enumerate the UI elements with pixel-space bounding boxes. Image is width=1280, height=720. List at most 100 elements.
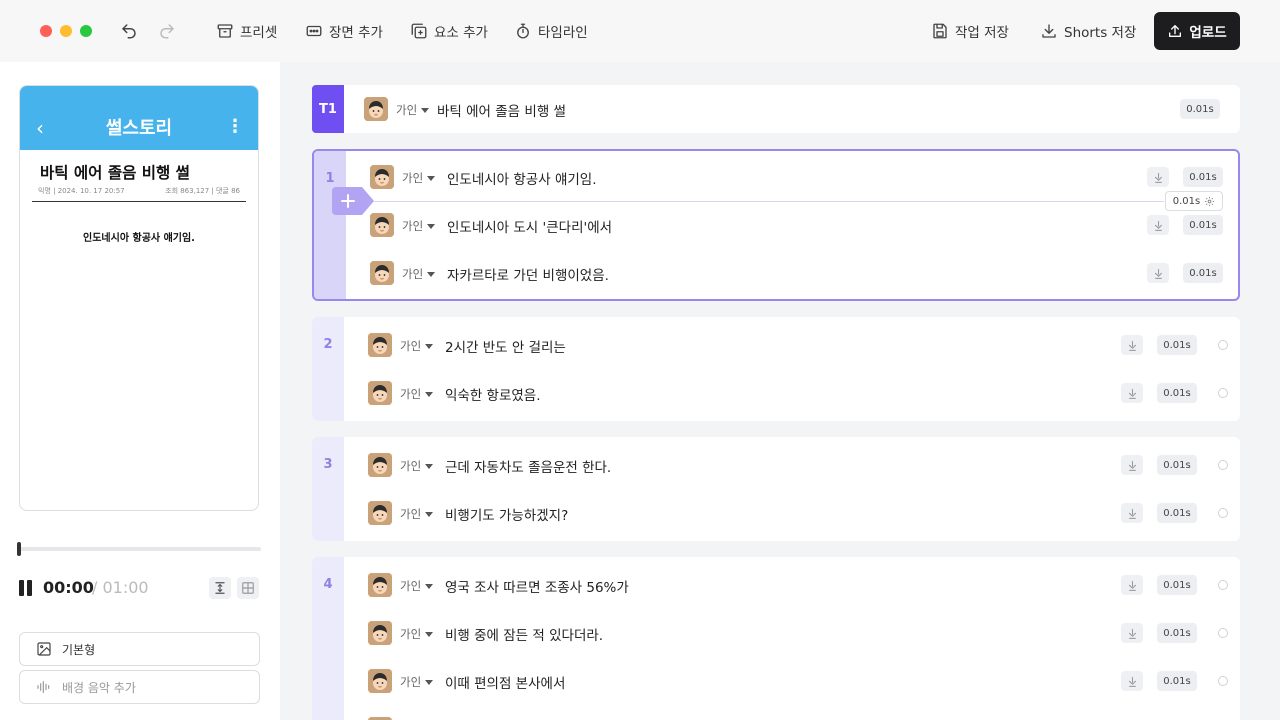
line-text[interactable]: 인도네시아 항공사 얘기임. [447, 168, 597, 188]
duration-badge[interactable]: 0.01s [1183, 215, 1223, 235]
speaker-select[interactable]: 가인 [402, 266, 436, 282]
duration-badge[interactable]: 0.01s [1183, 263, 1223, 283]
add-bgm-label: 배경 음악 추가 [62, 680, 136, 695]
duration-badge[interactable]: 0.01s [1157, 455, 1197, 475]
duration-badge[interactable]: 0.01s [1157, 575, 1197, 595]
caret-down-icon [425, 391, 434, 397]
arrow-down-icon [1128, 340, 1136, 351]
arrow-down-icon [1128, 628, 1136, 639]
duration-badge[interactable]: 0.01s [1183, 167, 1223, 187]
duration-badge[interactable]: 0.01s [1157, 671, 1197, 691]
save-icon [933, 23, 947, 39]
duration-badge[interactable]: 0.01s [1180, 99, 1220, 119]
upload-button[interactable]: 업로드 [1154, 12, 1240, 50]
redo-icon[interactable] [158, 22, 176, 40]
add-bgm-button[interactable]: 배경 음악 추가 [19, 670, 260, 704]
save-shorts-button[interactable]: Shorts 저장 [1040, 20, 1136, 42]
speaker-select[interactable]: 가인 [400, 338, 434, 354]
speaker-select[interactable]: 가인 [400, 626, 434, 642]
playback-progress-track[interactable] [19, 547, 261, 551]
title-text[interactable]: 바틱 에어 졸음 비행 썰 [437, 100, 566, 120]
duration-badge[interactable]: 0.01s [1157, 383, 1197, 403]
stopwatch-icon [517, 23, 529, 39]
line-text[interactable]: 영국 조사 따르면 조종사 56%가 [445, 576, 629, 596]
merge-down-button[interactable] [1121, 335, 1143, 355]
insert-line-button[interactable] [332, 187, 374, 215]
scene-2[interactable]: 2 가인 2시간 반도 안 걸리는 0.01s 가인 익숙한 항로였음. 0.0… [312, 317, 1240, 421]
layout-toggle-button[interactable] [237, 577, 259, 599]
line-text[interactable]: 비행 중에 잠든 적 있다더라. [445, 624, 603, 644]
speaker-select[interactable]: 가인 [400, 578, 434, 594]
merge-down-button[interactable] [1121, 455, 1143, 475]
merge-down-button[interactable] [1121, 671, 1143, 691]
merge-down-button[interactable] [1121, 383, 1143, 403]
speaker-select[interactable]: 가인 [396, 102, 430, 118]
speaker-select[interactable]: 가인 [402, 170, 436, 186]
line-text[interactable]: 근데 자동차도 졸음운전 한다. [445, 456, 611, 476]
select-radio[interactable] [1218, 460, 1228, 470]
add-element-button[interactable]: 요소 추가 [410, 20, 488, 42]
upload-label: 업로드 [1189, 25, 1227, 41]
add-element-icon [411, 23, 427, 39]
speaker-name: 가인 [400, 459, 422, 473]
preset-button[interactable]: 프리셋 [216, 20, 277, 42]
select-radio[interactable] [1218, 388, 1228, 398]
avatar [364, 97, 388, 121]
caret-down-icon [425, 343, 434, 349]
merge-down-button[interactable] [1147, 215, 1169, 235]
line-text[interactable]: 익숙한 항로였음. [445, 384, 541, 404]
line-text[interactable]: 2시간 반도 안 걸리는 [445, 336, 566, 356]
avatar [368, 501, 392, 525]
line-text[interactable]: 인도네시아 도시 '큰다리'에서 [447, 216, 612, 236]
speaker-select[interactable]: 가인 [400, 386, 434, 402]
fit-height-button[interactable] [209, 577, 231, 599]
save-work-label: 작업 저장 [955, 25, 1009, 41]
scene-4[interactable]: 4 가인 영국 조사 따르면 조종사 56%가 0.01s 가인 비행 중에 잠… [312, 557, 1240, 720]
avatar [368, 573, 392, 597]
speaker-select[interactable]: 가인 [400, 458, 434, 474]
speaker-select[interactable]: 가인 [402, 218, 436, 234]
arrow-down-icon [1128, 388, 1136, 399]
merge-down-button[interactable] [1147, 263, 1169, 283]
avatar [370, 213, 394, 237]
select-radio[interactable] [1218, 676, 1228, 686]
timeline-button[interactable]: 타임라인 [514, 20, 588, 42]
title-scene[interactable]: T1 가인 바틱 에어 졸음 비행 썰 0.01s [312, 85, 1240, 133]
insert-line [374, 201, 1164, 202]
duration-badge[interactable]: 0.01s [1157, 335, 1197, 355]
select-radio[interactable] [1218, 340, 1228, 350]
line-text[interactable]: 자카르타로 가던 비행이었음. [447, 264, 609, 284]
window-minimize-button[interactable] [60, 25, 72, 37]
line-text[interactable]: 비행기도 가능하겠지? [445, 504, 568, 524]
duration-badge[interactable]: 0.01s [1157, 503, 1197, 523]
preview-header: ‹ 썰스토리 ⋮ [20, 86, 258, 150]
speaker-select[interactable]: 가인 [400, 506, 434, 522]
select-radio[interactable] [1218, 508, 1228, 518]
window-close-button[interactable] [40, 25, 52, 37]
merge-down-button[interactable] [1121, 575, 1143, 595]
avatar [370, 261, 394, 285]
merge-down-button[interactable] [1121, 503, 1143, 523]
line-text[interactable]: 이때 편의점 본사에서 [445, 672, 565, 692]
preview-meta: 익명 | 2024. 10. 17 20:57 조회 863,127 | 댓글 … [38, 186, 240, 196]
avatar [368, 453, 392, 477]
add-scene-button[interactable]: 장면 추가 [305, 20, 383, 42]
gap-duration-chip[interactable]: 0.01s [1165, 191, 1223, 211]
undo-icon[interactable] [120, 22, 138, 40]
scene-1[interactable]: 1 가인 인도네시아 항공사 얘기임. 0.01s 가인 인도네시아 도시 '큰… [312, 149, 1240, 301]
select-radio[interactable] [1218, 628, 1228, 638]
caret-down-icon [425, 631, 434, 637]
caret-down-icon [427, 175, 436, 181]
pause-button[interactable] [19, 580, 33, 596]
merge-down-button[interactable] [1121, 623, 1143, 643]
window-maximize-button[interactable] [80, 25, 92, 37]
speaker-select[interactable]: 가인 [400, 674, 434, 690]
save-work-button[interactable]: 작업 저장 [931, 20, 1009, 42]
select-radio[interactable] [1218, 580, 1228, 590]
basic-template-button[interactable]: 기본형 [19, 632, 260, 666]
playback-progress-thumb[interactable] [17, 542, 21, 556]
merge-down-button[interactable] [1147, 167, 1169, 187]
scene-3[interactable]: 3 가인 근데 자동차도 졸음운전 한다. 0.01s 가인 비행기도 가능하겠… [312, 437, 1240, 541]
duration-badge[interactable]: 0.01s [1157, 623, 1197, 643]
scene-icon [306, 25, 322, 37]
